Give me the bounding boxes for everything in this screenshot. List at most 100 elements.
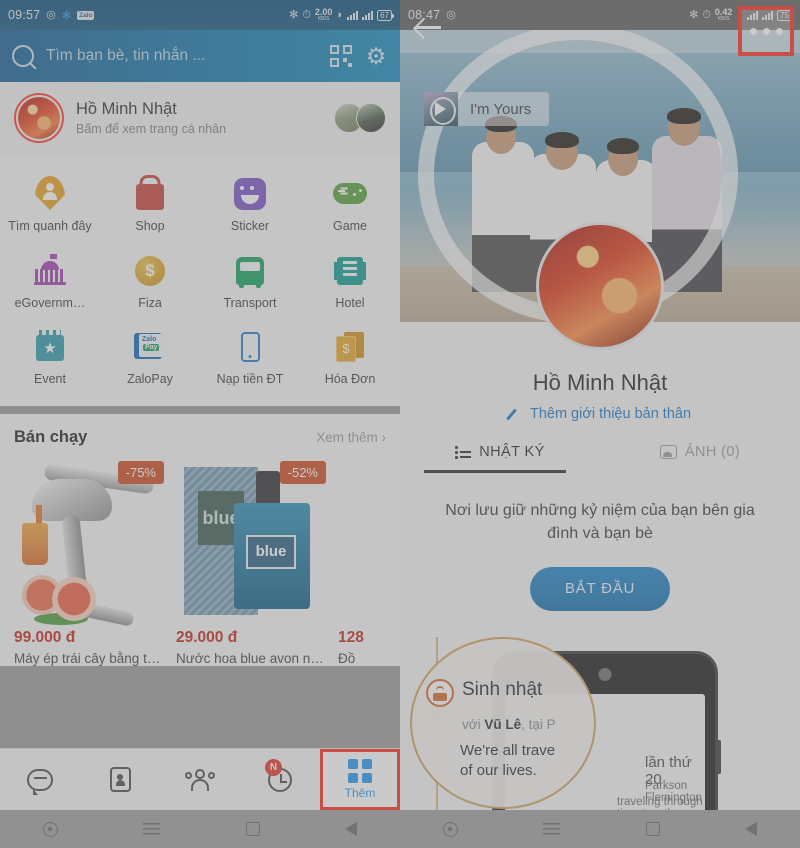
- android-nav-bar-right: [400, 810, 800, 848]
- gear-icon[interactable]: ⚙: [364, 44, 388, 68]
- signal-bars-icon-1: [347, 10, 359, 20]
- network-speed-indicator: 2.00 KB/S: [315, 8, 333, 22]
- menu-icon[interactable]: [543, 823, 561, 835]
- nav-item-messages[interactable]: [0, 749, 80, 810]
- app-tile-sticker[interactable]: Sticker: [200, 168, 300, 245]
- see-more-label: Xem thêm: [316, 429, 378, 445]
- timeline-empty-state: Nơi lưu giữ những kỷ niệm của bạn bên gi…: [400, 472, 800, 637]
- app-tile-shop[interactable]: Shop: [100, 168, 200, 245]
- bluetooth-icon: ✻: [289, 8, 299, 21]
- chevron-right-icon: ›: [381, 429, 387, 445]
- app-tile-label: Event: [34, 372, 66, 387]
- app-tile-hotel[interactable]: Hotel: [300, 245, 400, 322]
- product-card[interactable]: 128 Đồ: [338, 457, 400, 666]
- left-status-bar: 09:57 ◎ ✻ Zalo ✻ ⏱ 2.00 KB/S ◗ 67: [0, 0, 400, 30]
- avatar[interactable]: [536, 222, 664, 350]
- discount-badge: -75%: [117, 460, 164, 484]
- contacts-card-icon: [109, 767, 131, 792]
- zalopay-logo-icon: Zalo Pay: [133, 329, 167, 363]
- profile-subtitle: Bấm để xem trang cá nhân: [76, 122, 227, 136]
- recent-circle-icon[interactable]: [442, 821, 458, 837]
- illustration-sub-prefix: với: [462, 716, 485, 732]
- product-image: -75%: [14, 457, 164, 627]
- tab-nhat-ky[interactable]: NHẬT KÝ: [400, 444, 600, 470]
- search-bar[interactable]: Tìm bạn bè, tin nhắn ... ⚙: [0, 30, 400, 82]
- tab-anh[interactable]: ẢNH (0): [600, 444, 800, 470]
- app-tile-game[interactable]: Game: [300, 168, 400, 245]
- notification-badge: N: [265, 759, 282, 776]
- recent-circle-icon[interactable]: [42, 821, 58, 837]
- app-tile-zalopay[interactable]: Zalo Pay ZaloPay: [100, 321, 200, 398]
- app-tile-label: ZaloPay: [127, 372, 173, 387]
- home-square-icon[interactable]: [245, 822, 260, 836]
- product-card[interactable]: blue blue -52% 29.000 đ Nước hoa blue av…: [176, 457, 326, 666]
- app-tile-transport[interactable]: Transport: [200, 245, 300, 322]
- zalo-bottom-nav: N Thêm: [0, 748, 400, 810]
- avatar[interactable]: [14, 93, 64, 143]
- nav-item-more[interactable]: Thêm: [320, 749, 400, 810]
- wifi-icon: ◗: [336, 8, 344, 21]
- back-arrow-icon[interactable]: [416, 16, 442, 38]
- app-tile-label: Game: [332, 219, 368, 233]
- menu-icon[interactable]: [143, 823, 161, 835]
- app-tile-egovernment[interactable]: eGovernm…: [0, 245, 100, 322]
- product-image: blue blue -52%: [176, 457, 326, 625]
- app-tile-hoa-don[interactable]: Hóa Đơn: [300, 321, 400, 398]
- add-bio-link[interactable]: Thêm giới thiệu bản thân: [509, 406, 691, 422]
- back-triangle-icon[interactable]: [745, 822, 758, 836]
- nav-item-contacts[interactable]: [80, 749, 160, 810]
- app-grid-row-3: ★ Event Zalo Pay ZaloPay Nạp tiền ĐT $ H…: [0, 321, 400, 398]
- profile-name: Hồ Minh Nhật: [76, 100, 177, 118]
- illustration-subtitle: với Vũ Lê, tại P: [462, 717, 556, 732]
- message-icon: [27, 768, 53, 795]
- product-card[interactable]: -75% 99.000 đ Máy ép trái cây bằng ta…: [14, 457, 164, 666]
- groups-icon: [184, 768, 216, 791]
- app-tile-label: Shop: [135, 219, 165, 233]
- app-tile-fiza[interactable]: Fiza: [100, 245, 200, 322]
- nav-item-timeline[interactable]: N: [240, 749, 320, 810]
- mobile-topup-icon: [233, 329, 267, 363]
- list-icon: [455, 446, 472, 459]
- app-tile-label: Tìm quanh đây: [8, 219, 92, 233]
- play-icon: [424, 92, 458, 126]
- discount-badge: -52%: [279, 460, 326, 484]
- app-tile-label: Transport: [223, 295, 277, 310]
- app-tile-label: Nạp tiền ĐT: [216, 372, 284, 387]
- profile-row[interactable]: Hồ Minh Nhật Bấm để xem trang cá nhân: [0, 82, 400, 154]
- qr-code-icon[interactable]: [330, 45, 352, 67]
- status-right-group: ✻ ⏱ 2.00 KB/S ◗ 67: [289, 8, 394, 22]
- alarm-icon: ⏱: [302, 8, 311, 21]
- music-chip[interactable]: I'm Yours: [424, 92, 550, 126]
- story-thumbnails[interactable]: [334, 103, 386, 133]
- app-tile-label: Sticker: [230, 219, 270, 233]
- birthday-cake-icon: [426, 678, 454, 707]
- bluetooth-icon: ✻: [689, 8, 699, 21]
- start-button[interactable]: BẮT ĐẦU: [530, 566, 670, 611]
- home-square-icon[interactable]: [645, 822, 660, 836]
- app-tile-nap-tien-dt[interactable]: Nạp tiền ĐT: [200, 321, 300, 398]
- location-pin-icon: [33, 176, 67, 210]
- see-more-link[interactable]: Xem thêm ›: [316, 430, 386, 445]
- location-icon: ◎: [46, 8, 56, 21]
- app-grid-row-1: Tìm quanh đây Shop Sticker Game: [0, 168, 400, 245]
- pencil-icon: [509, 407, 523, 421]
- more-dots-icon[interactable]: [738, 6, 794, 56]
- search-input[interactable]: Tìm bạn bè, tin nhắn ...: [46, 47, 318, 65]
- nav-item-groups[interactable]: [160, 749, 240, 810]
- status-time: 09:57: [8, 8, 41, 22]
- tab-label: NHẬT KÝ: [479, 444, 545, 460]
- illustration-quote-line2: of our lives.: [460, 762, 537, 780]
- app-tile-tim-quanh-day[interactable]: Tìm quanh đây: [0, 168, 100, 245]
- story-thumb-2[interactable]: [356, 103, 386, 133]
- nav-item-label: Thêm: [344, 786, 376, 800]
- product-name: Đồ: [338, 650, 356, 666]
- app-tile-event[interactable]: ★ Event: [0, 321, 100, 398]
- bluetooth-icon: ✻: [61, 9, 72, 22]
- dollar-coin-icon: [133, 253, 167, 287]
- product-price: 99.000 đ: [14, 628, 76, 646]
- app-tile-label: eGovernm…: [14, 295, 86, 310]
- illustration-sub-name: Vũ Lê: [484, 716, 522, 732]
- government-building-icon: [33, 253, 67, 287]
- back-triangle-icon[interactable]: [345, 822, 358, 836]
- calendar-star-icon: ★: [33, 329, 67, 363]
